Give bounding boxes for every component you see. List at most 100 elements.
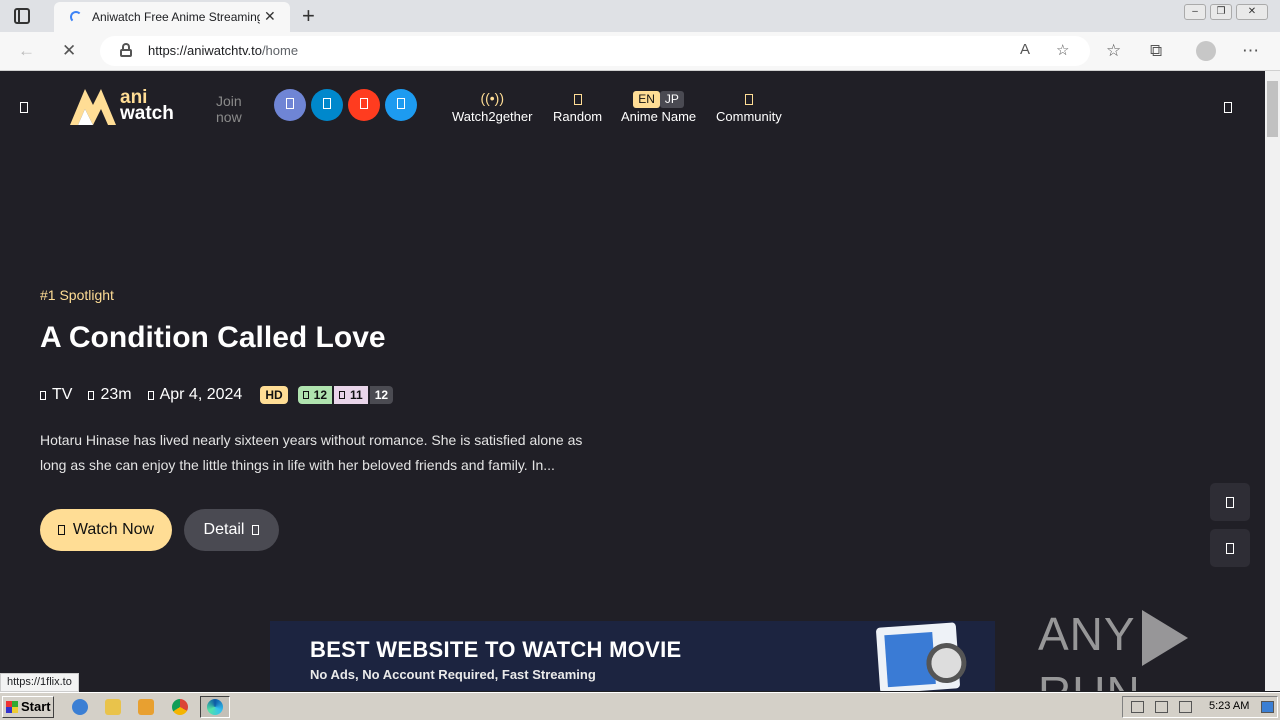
reddit-icon xyxy=(360,98,368,110)
start-button[interactable]: Start xyxy=(2,696,54,718)
tab-close-icon[interactable]: ✕ xyxy=(264,8,276,25)
file-explorer-icon[interactable] xyxy=(105,699,121,715)
url-text[interactable]: https://aniwatchtv.to/home xyxy=(148,43,298,58)
ie-icon[interactable] xyxy=(72,699,88,715)
network-icon[interactable] xyxy=(1155,701,1168,713)
back-arrow-icon[interactable]: ← xyxy=(18,41,35,61)
windows-logo-icon xyxy=(6,701,18,713)
nav-watch2gether-label: Watch2gether xyxy=(452,109,533,124)
logo-mark-icon xyxy=(70,89,116,125)
nav-community[interactable]: Community xyxy=(716,87,782,124)
address-bar[interactable]: https://aniwatchtv.to/home A ☆ xyxy=(100,36,1090,66)
logo-text-watch: watch xyxy=(120,103,174,124)
closed-caption-icon xyxy=(302,391,309,399)
meta-type: TV xyxy=(40,386,72,404)
more-menu-icon[interactable]: ⋯ xyxy=(1242,41,1259,61)
lang-en-option[interactable]: EN xyxy=(633,91,660,108)
nav-community-label: Community xyxy=(716,109,782,124)
start-label: Start xyxy=(21,699,51,714)
slide-prev-button[interactable] xyxy=(1210,529,1250,567)
nav-random[interactable]: Random xyxy=(553,87,602,124)
spotlight-meta: TV 23m Apr 4, 2024 HD 12 11 12 xyxy=(40,385,395,405)
tab-title: Aniwatch Free Anime Streaming Homepage xyxy=(92,10,260,24)
browser-tab[interactable]: Aniwatch Free Anime Streaming Homepage ✕ xyxy=(54,2,290,32)
tab-actions-icon[interactable] xyxy=(14,8,30,24)
watch-now-button[interactable]: Watch Now xyxy=(40,509,172,551)
spotlight-title: A Condition Called Love xyxy=(40,321,386,354)
ad-banner[interactable]: BEST WEBSITE TO WATCH MOVIE No Ads, No A… xyxy=(270,621,995,691)
ad-banner-title: BEST WEBSITE TO WATCH MOVIE xyxy=(310,637,682,662)
spotlight-rank: #1 Spotlight xyxy=(40,287,114,303)
join-now-text: Join now xyxy=(216,93,242,125)
url-path: /home xyxy=(261,43,299,58)
slide-next-button[interactable] xyxy=(1210,483,1250,521)
community-icon xyxy=(716,87,782,109)
favorites-icon[interactable]: ☆ xyxy=(1106,41,1121,61)
add-favorite-icon[interactable]: ☆ xyxy=(1056,41,1069,59)
watermark-play-icon xyxy=(1141,609,1188,666)
sub-count: 12 xyxy=(313,388,328,402)
volume-icon[interactable] xyxy=(1131,701,1144,713)
close-window-button[interactable]: ✕ xyxy=(1236,4,1268,20)
detail-button[interactable]: Detail xyxy=(184,509,279,551)
spotlight-description: Hotaru Hinase has lived nearly sixteen y… xyxy=(40,432,583,473)
nav-watch2gether[interactable]: ((•)) Watch2gether xyxy=(452,87,532,124)
new-tab-button[interactable]: + xyxy=(302,3,315,29)
nav-anime-name-label: Anime Name xyxy=(621,109,697,124)
lock-icon[interactable] xyxy=(120,43,132,57)
scrollbar-thumb[interactable] xyxy=(1267,81,1278,137)
microphone-icon xyxy=(339,391,346,399)
flag-icon[interactable] xyxy=(1179,701,1192,713)
meta-duration-label: 23m xyxy=(100,386,132,403)
ad-banner-subtitle: No Ads, No Account Required, Fast Stream… xyxy=(310,667,596,682)
edge-icon xyxy=(207,699,223,715)
telegram-share-button[interactable] xyxy=(311,89,343,121)
show-desktop-icon[interactable] xyxy=(1261,701,1274,713)
user-login-icon[interactable] xyxy=(1224,99,1232,117)
taskbar-clock[interactable]: 5:23 AM xyxy=(1209,700,1249,712)
random-icon xyxy=(553,87,602,109)
chevron-right-icon xyxy=(252,525,260,535)
edge-taskbar-button[interactable] xyxy=(200,696,230,718)
browser-toolbar: ← ✕ https://aniwatchtv.to/home A ☆ ☆ ⧉ ⋯ xyxy=(0,32,1280,71)
chrome-icon[interactable] xyxy=(172,699,188,715)
meta-date: Apr 4, 2024 xyxy=(147,386,243,404)
minimize-button[interactable]: – xyxy=(1184,4,1206,20)
twitter-share-button[interactable] xyxy=(385,89,417,121)
discord-icon xyxy=(286,98,294,110)
meta-date-label: Apr 4, 2024 xyxy=(159,386,243,403)
language-toggle[interactable]: EN JP xyxy=(621,87,696,109)
sub-count-badge: 12 xyxy=(297,386,333,404)
telegram-icon xyxy=(323,98,331,110)
broadcast-icon: ((•)) xyxy=(480,90,504,106)
media-player-icon[interactable] xyxy=(138,699,154,715)
discord-share-button[interactable] xyxy=(274,89,306,121)
system-tray: 5:23 AM xyxy=(1122,696,1278,718)
aniwatch-logo[interactable]: ani watch xyxy=(68,85,188,127)
detail-label: Detail xyxy=(203,521,245,538)
loading-spinner-icon xyxy=(70,11,82,23)
link-status-bubble: https://1flix.to xyxy=(0,673,79,692)
profile-avatar-icon[interactable] xyxy=(1196,41,1216,61)
stop-loading-icon[interactable]: ✕ xyxy=(62,41,76,61)
watch-now-label: Watch Now xyxy=(72,521,155,538)
play-circle-icon xyxy=(40,390,46,400)
anyrun-watermark: ANY RUN xyxy=(1038,607,1265,691)
watermark-left: ANY xyxy=(1038,608,1136,660)
meta-duration: 23m xyxy=(88,386,132,404)
windows-taskbar: Start 5:23 AM xyxy=(0,692,1280,720)
chevron-right-icon xyxy=(1226,496,1234,508)
menu-icon[interactable] xyxy=(20,99,28,117)
quality-badge: HD xyxy=(260,386,288,404)
page-scrollbar[interactable] xyxy=(1265,71,1280,691)
collections-icon[interactable]: ⧉ xyxy=(1150,41,1162,61)
chevron-left-icon xyxy=(1226,542,1234,554)
restore-button[interactable]: ❐ xyxy=(1210,4,1232,20)
lang-jp-option[interactable]: JP xyxy=(659,91,684,108)
website-content: ani watch Join now ((•)) Watch2gether Ra… xyxy=(0,71,1265,691)
episode-count-badge: 12 xyxy=(369,386,394,404)
film-reel-art xyxy=(875,622,961,691)
reddit-share-button[interactable] xyxy=(348,89,380,121)
nav-anime-name[interactable]: EN JP Anime Name xyxy=(621,87,696,124)
read-aloud-icon[interactable]: A xyxy=(1020,41,1030,58)
